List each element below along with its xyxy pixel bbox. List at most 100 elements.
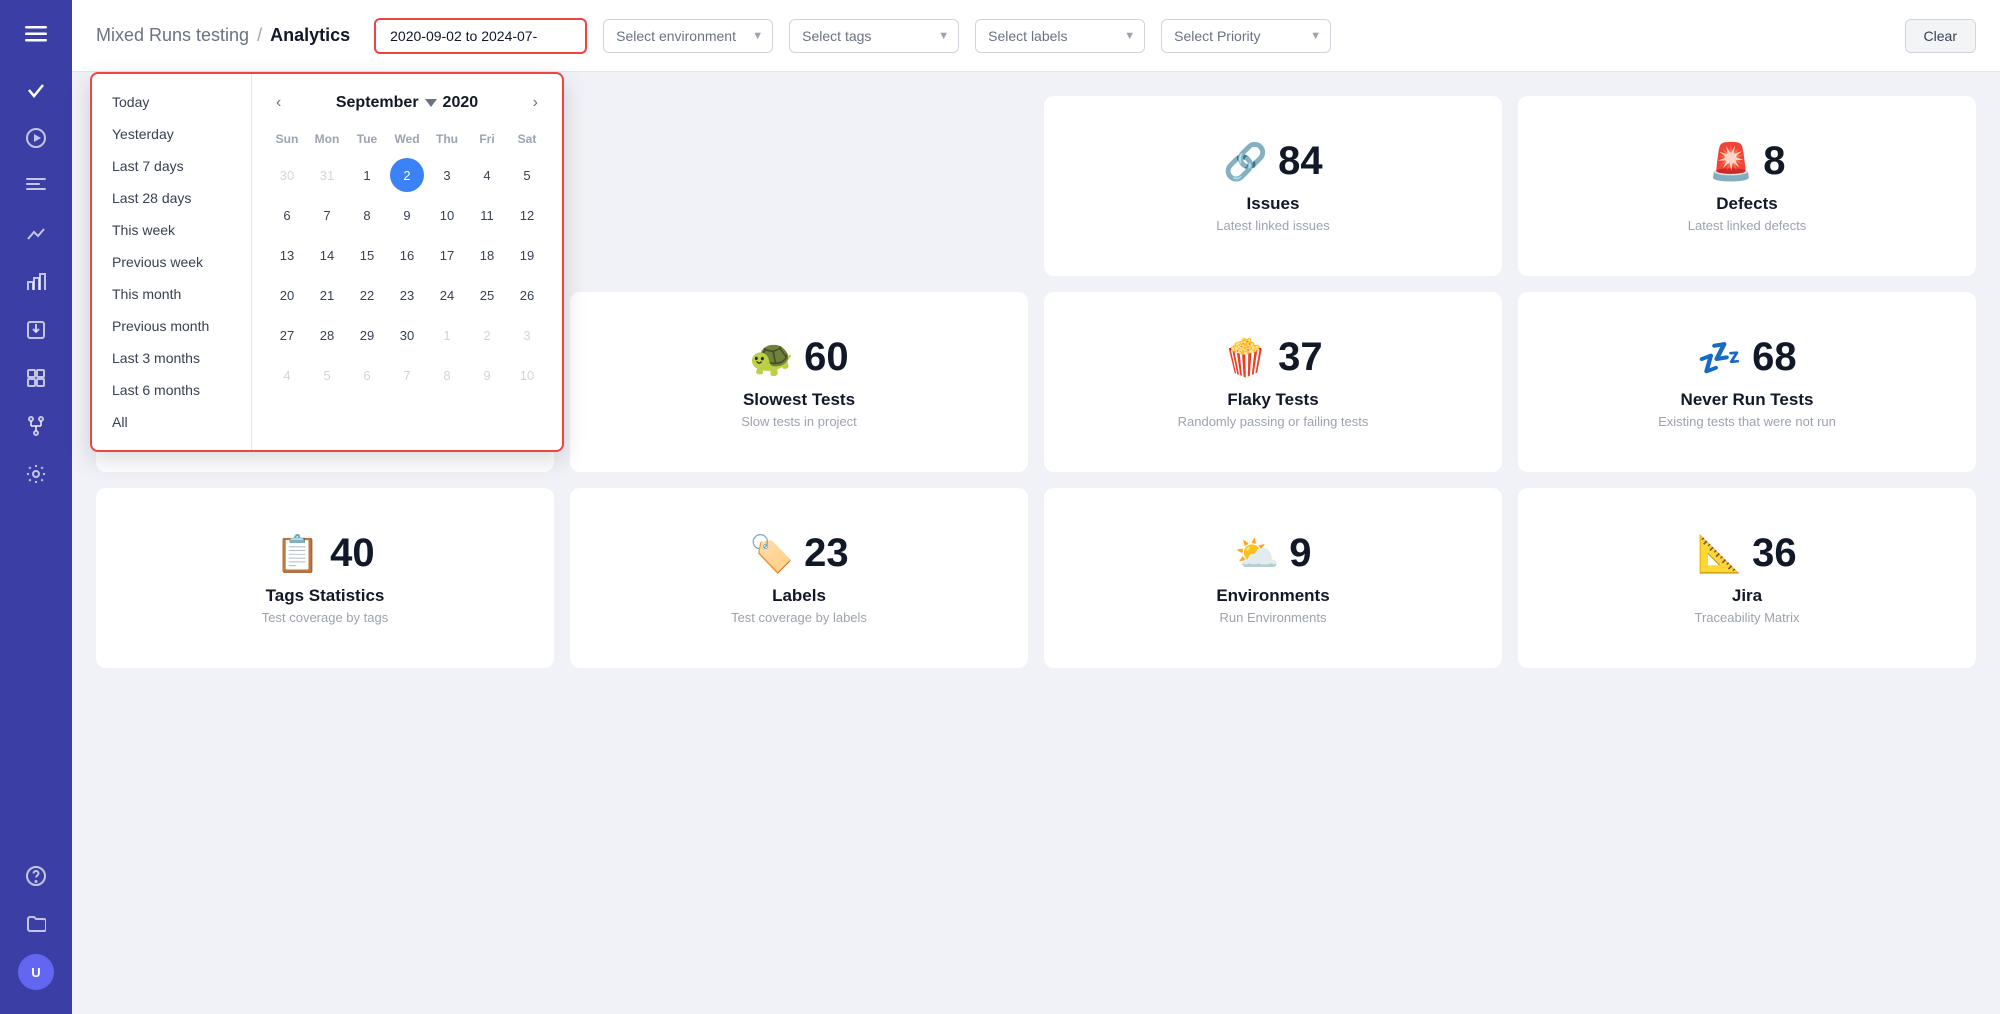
tags-select-wrapper[interactable]: Select tags ▼ <box>789 19 959 53</box>
cal-day[interactable]: 29 <box>350 318 384 352</box>
trending-nav-icon[interactable] <box>14 212 58 256</box>
slowest-title: Slowest Tests <box>743 390 855 410</box>
cal-day[interactable]: 30 <box>270 158 304 192</box>
date-range-input[interactable] <box>374 18 587 54</box>
calendar-presets: Today Yesterday Last 7 days Last 28 days… <box>92 74 252 450</box>
help-nav-icon[interactable] <box>14 854 58 898</box>
preset-all[interactable]: All <box>92 406 251 438</box>
fork-nav-icon[interactable] <box>14 404 58 448</box>
calendar-month-label: September <box>336 94 419 112</box>
clear-button[interactable]: Clear <box>1905 19 1976 53</box>
cal-day[interactable]: 8 <box>430 358 464 392</box>
preset-3months[interactable]: Last 3 months <box>92 342 251 374</box>
cal-day[interactable]: 26 <box>510 278 544 312</box>
date-range-wrapper[interactable] <box>374 18 587 54</box>
environments-card[interactable]: ⛅ 9 Environments Run Environments <box>1044 488 1502 668</box>
environments-title: Environments <box>1216 586 1329 606</box>
cal-day[interactable]: 19 <box>510 238 544 272</box>
preset-this-week[interactable]: This week <box>92 214 251 246</box>
cal-day[interactable]: 6 <box>270 198 304 232</box>
priority-select[interactable]: Select Priority <box>1161 19 1331 53</box>
cal-day[interactable]: 1 <box>350 158 384 192</box>
cal-day[interactable]: 21 <box>310 278 344 312</box>
cal-day[interactable]: 18 <box>470 238 504 272</box>
cal-day[interactable]: 12 <box>510 198 544 232</box>
flaky-title: Flaky Tests <box>1227 390 1318 410</box>
cal-day[interactable]: 9 <box>470 358 504 392</box>
cal-day[interactable]: 23 <box>390 278 424 312</box>
cal-day[interactable]: 9 <box>390 198 424 232</box>
cal-day[interactable]: 2 <box>470 318 504 352</box>
cal-day[interactable]: 27 <box>270 318 304 352</box>
cal-day[interactable]: 20 <box>270 278 304 312</box>
cal-day[interactable]: 8 <box>350 198 384 232</box>
cal-day[interactable]: 6 <box>350 358 384 392</box>
labels-select[interactable]: Select labels <box>975 19 1145 53</box>
cal-day[interactable]: 24 <box>430 278 464 312</box>
settings-nav-icon[interactable] <box>14 452 58 496</box>
cal-day[interactable]: 31 <box>310 158 344 192</box>
calendar-prev-btn[interactable]: ‹ <box>268 90 289 116</box>
environments-number: 9 <box>1289 531 1311 576</box>
tags-select[interactable]: Select tags <box>789 19 959 53</box>
cal-day[interactable]: 16 <box>390 238 424 272</box>
grid-nav-icon[interactable] <box>14 356 58 400</box>
never-run-card[interactable]: 💤 68 Never Run Tests Existing tests that… <box>1518 292 1976 472</box>
tags-stats-card[interactable]: 📋 40 Tags Statistics Test coverage by ta… <box>96 488 554 668</box>
breadcrumb-sep: / <box>257 25 262 46</box>
cal-day-selected[interactable]: 2 <box>390 158 424 192</box>
preset-this-month[interactable]: This month <box>92 278 251 310</box>
env-select[interactable]: Select environment <box>603 19 773 53</box>
cal-day[interactable]: 4 <box>470 158 504 192</box>
cal-day[interactable]: 17 <box>430 238 464 272</box>
preset-prev-month[interactable]: Previous month <box>92 310 251 342</box>
cal-day[interactable]: 22 <box>350 278 384 312</box>
cal-day[interactable]: 5 <box>510 158 544 192</box>
defects-desc: Latest linked defects <box>1688 218 1807 233</box>
cal-day[interactable]: 3 <box>510 318 544 352</box>
flaky-tests-card[interactable]: 🍿 37 Flaky Tests Randomly passing or fai… <box>1044 292 1502 472</box>
cal-day[interactable]: 3 <box>430 158 464 192</box>
preset-7days[interactable]: Last 7 days <box>92 150 251 182</box>
priority-select-wrapper[interactable]: Select Priority ▼ <box>1161 19 1331 53</box>
labels-select-wrapper[interactable]: Select labels ▼ <box>975 19 1145 53</box>
labels-card[interactable]: 🏷️ 23 Labels Test coverage by labels <box>570 488 1028 668</box>
cal-day[interactable]: 30 <box>390 318 424 352</box>
list-nav-icon[interactable] <box>14 164 58 208</box>
analytics-nav-icon[interactable] <box>14 260 58 304</box>
cal-header-fri: Fri <box>468 128 506 154</box>
month-dropdown-icon[interactable] <box>425 99 437 107</box>
preset-yesterday[interactable]: Yesterday <box>92 118 251 150</box>
jira-card[interactable]: 📐 36 Jira Traceability Matrix <box>1518 488 1976 668</box>
never-run-emoji: 💤 <box>1697 337 1742 379</box>
check-nav-icon[interactable] <box>14 68 58 112</box>
cal-day[interactable]: 11 <box>470 198 504 232</box>
preset-28days[interactable]: Last 28 days <box>92 182 251 214</box>
preset-6months[interactable]: Last 6 months <box>92 374 251 406</box>
cal-day[interactable]: 15 <box>350 238 384 272</box>
calendar-next-btn[interactable]: › <box>525 90 546 116</box>
labels-title: Labels <box>772 586 826 606</box>
cal-day[interactable]: 5 <box>310 358 344 392</box>
cal-day[interactable]: 7 <box>310 198 344 232</box>
preset-today[interactable]: Today <box>92 86 251 118</box>
menu-icon[interactable] <box>14 12 58 56</box>
cal-day[interactable]: 14 <box>310 238 344 272</box>
cal-day[interactable]: 28 <box>310 318 344 352</box>
cal-day[interactable]: 7 <box>390 358 424 392</box>
cal-day[interactable]: 10 <box>510 358 544 392</box>
cal-day[interactable]: 4 <box>270 358 304 392</box>
export-nav-icon[interactable] <box>14 308 58 352</box>
folder-nav-icon[interactable] <box>14 902 58 946</box>
cal-day[interactable]: 1 <box>430 318 464 352</box>
env-select-wrapper[interactable]: Select environment ▼ <box>603 19 773 53</box>
cal-day[interactable]: 13 <box>270 238 304 272</box>
cal-day[interactable]: 25 <box>470 278 504 312</box>
slowest-tests-card[interactable]: 🐢 60 Slowest Tests Slow tests in project <box>570 292 1028 472</box>
cal-day[interactable]: 10 <box>430 198 464 232</box>
issues-card[interactable]: 🔗 84 Issues Latest linked issues <box>1044 96 1502 276</box>
play-nav-icon[interactable] <box>14 116 58 160</box>
user-avatar[interactable]: U <box>14 950 58 994</box>
preset-prev-week[interactable]: Previous week <box>92 246 251 278</box>
defects-card[interactable]: 🚨 8 Defects Latest linked defects <box>1518 96 1976 276</box>
